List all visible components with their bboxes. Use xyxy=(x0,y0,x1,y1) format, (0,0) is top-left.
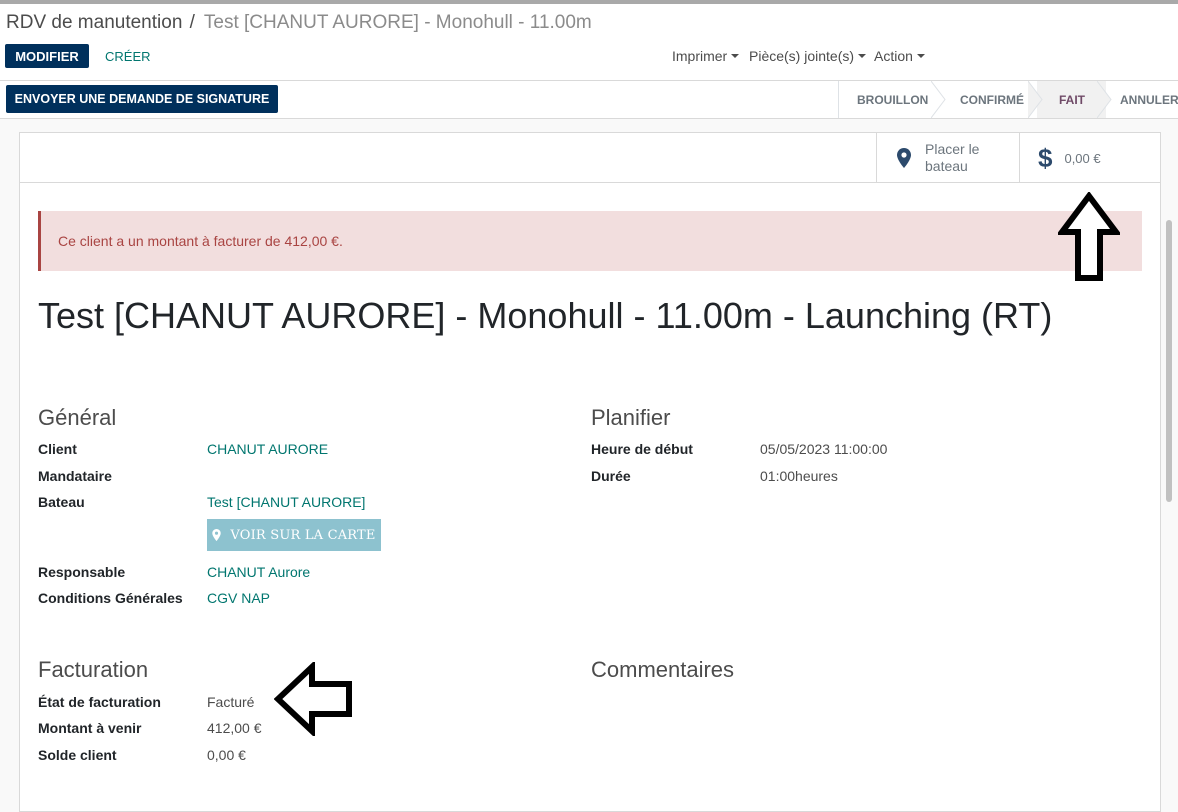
control-panel: RDV de manutention / Test [CHANUT AURORE… xyxy=(0,4,1178,81)
agent-label: Mandataire xyxy=(38,468,112,484)
action-menu[interactable]: Action xyxy=(874,48,925,64)
edit-button[interactable]: MODIFIER xyxy=(5,44,89,68)
stage-label: BROUILLON xyxy=(857,92,929,107)
upcoming-amount-label: Montant à venir xyxy=(38,720,142,736)
print-menu[interactable]: Imprimer xyxy=(672,48,740,64)
create-button[interactable]: CRÉER xyxy=(105,44,151,68)
attachments-menu[interactable]: Pièce(s) jointe(s) xyxy=(749,48,867,64)
send-signature-request-button[interactable]: ENVOYER UNE DEMANDE DE SIGNATURE xyxy=(6,85,278,113)
stage-confirme[interactable]: CONFIRMÉ xyxy=(940,81,1043,118)
stage-pipeline: BROUILLON CONFIRMÉ FAIT ANNULER xyxy=(838,81,1178,118)
breadcrumb-parent[interactable]: RDV de manutention xyxy=(6,12,182,33)
terms-value[interactable]: CGV NAP xyxy=(207,590,270,606)
client-label: Client xyxy=(38,441,77,457)
breadcrumb-separator: / xyxy=(189,12,195,33)
map-marker-icon xyxy=(212,529,222,541)
planning-heading: Planifier xyxy=(591,405,671,430)
attachments-menu-label: Pièce(s) jointe(s) xyxy=(749,48,855,64)
manager-label: Responsable xyxy=(38,564,126,580)
comments-heading: Commentaires xyxy=(591,657,735,682)
billing-alert: Ce client a un montant à facturer de 412… xyxy=(38,211,1142,271)
stage-label: ANNULER xyxy=(1120,92,1178,107)
amount-button[interactable]: $ 0,00 € xyxy=(1019,133,1160,183)
billing-heading: Facturation xyxy=(38,657,149,682)
client-value[interactable]: CHANUT AURORE xyxy=(207,441,328,457)
caret-down-icon xyxy=(916,54,925,58)
duration-value: 01:00heures xyxy=(760,468,838,484)
scrollbar-thumb[interactable] xyxy=(1166,220,1172,502)
map-marker-icon xyxy=(897,148,911,168)
boat-value[interactable]: Test [CHANUT AURORE] xyxy=(207,494,365,510)
upcoming-amount-value: 412,00 € xyxy=(207,720,262,736)
breadcrumb-current: Test [CHANUT AURORE] - Monohull - 11.00m xyxy=(203,12,592,33)
place-boat-button[interactable]: Placer le bateau xyxy=(876,133,1019,183)
button-box: Placer le bateau $ 0,00 € xyxy=(20,133,1160,183)
stage-chevron-icon xyxy=(1097,81,1112,118)
stage-brouillon[interactable]: BROUILLON xyxy=(839,81,946,118)
up-arrow-annotation-icon xyxy=(1058,192,1120,281)
stage-label: CONFIRMÉ xyxy=(960,92,1024,107)
stage-fait[interactable]: FAIT xyxy=(1037,81,1112,118)
dollar-icon: $ xyxy=(1038,142,1053,173)
billing-state-value: Facturé xyxy=(207,694,255,710)
customer-balance-label: Solde client xyxy=(38,747,117,763)
status-bar: ENVOYER UNE DEMANDE DE SIGNATURE BROUILL… xyxy=(0,81,1178,119)
billing-state-label: État de facturation xyxy=(38,694,161,710)
view-on-map-button[interactable]: VOIR SUR LA CARTE xyxy=(207,519,381,551)
start-time-label: Heure de début xyxy=(591,441,693,457)
record-title: Test [CHANUT AURORE] - Monohull - 11.00m… xyxy=(38,295,1053,336)
stage-chevron-icon xyxy=(1028,81,1043,118)
general-heading: Général xyxy=(38,405,117,430)
terms-label: Conditions Générales xyxy=(38,590,183,606)
boat-label: Bateau xyxy=(38,494,85,510)
place-boat-label-line2: bateau xyxy=(925,158,968,174)
stage-label: FAIT xyxy=(1059,92,1085,107)
start-time-value: 05/05/2023 11:00:00 xyxy=(760,441,888,457)
left-arrow-annotation-icon xyxy=(274,662,352,736)
billing-alert-text: Ce client a un montant à facturer de 412… xyxy=(58,233,343,249)
caret-down-icon xyxy=(731,54,740,58)
action-menu-label: Action xyxy=(874,48,913,64)
place-boat-label-line1: Placer le xyxy=(925,141,980,157)
duration-label: Durée xyxy=(591,468,631,484)
stage-annuler[interactable]: ANNULER xyxy=(1106,81,1178,118)
amount-value: 0,00 € xyxy=(1064,150,1101,166)
print-menu-label: Imprimer xyxy=(672,48,728,64)
customer-balance-value: 0,00 € xyxy=(207,747,246,763)
manager-value[interactable]: CHANUT Aurore xyxy=(207,564,310,580)
view-on-map-label: VOIR SUR LA CARTE xyxy=(230,527,376,543)
stage-chevron-icon xyxy=(931,81,946,118)
caret-down-icon xyxy=(858,54,867,58)
breadcrumb: RDV de manutention / Test [CHANUT AURORE… xyxy=(6,12,592,34)
form-sheet: Placer le bateau $ 0,00 € Ce client a un… xyxy=(19,132,1161,812)
